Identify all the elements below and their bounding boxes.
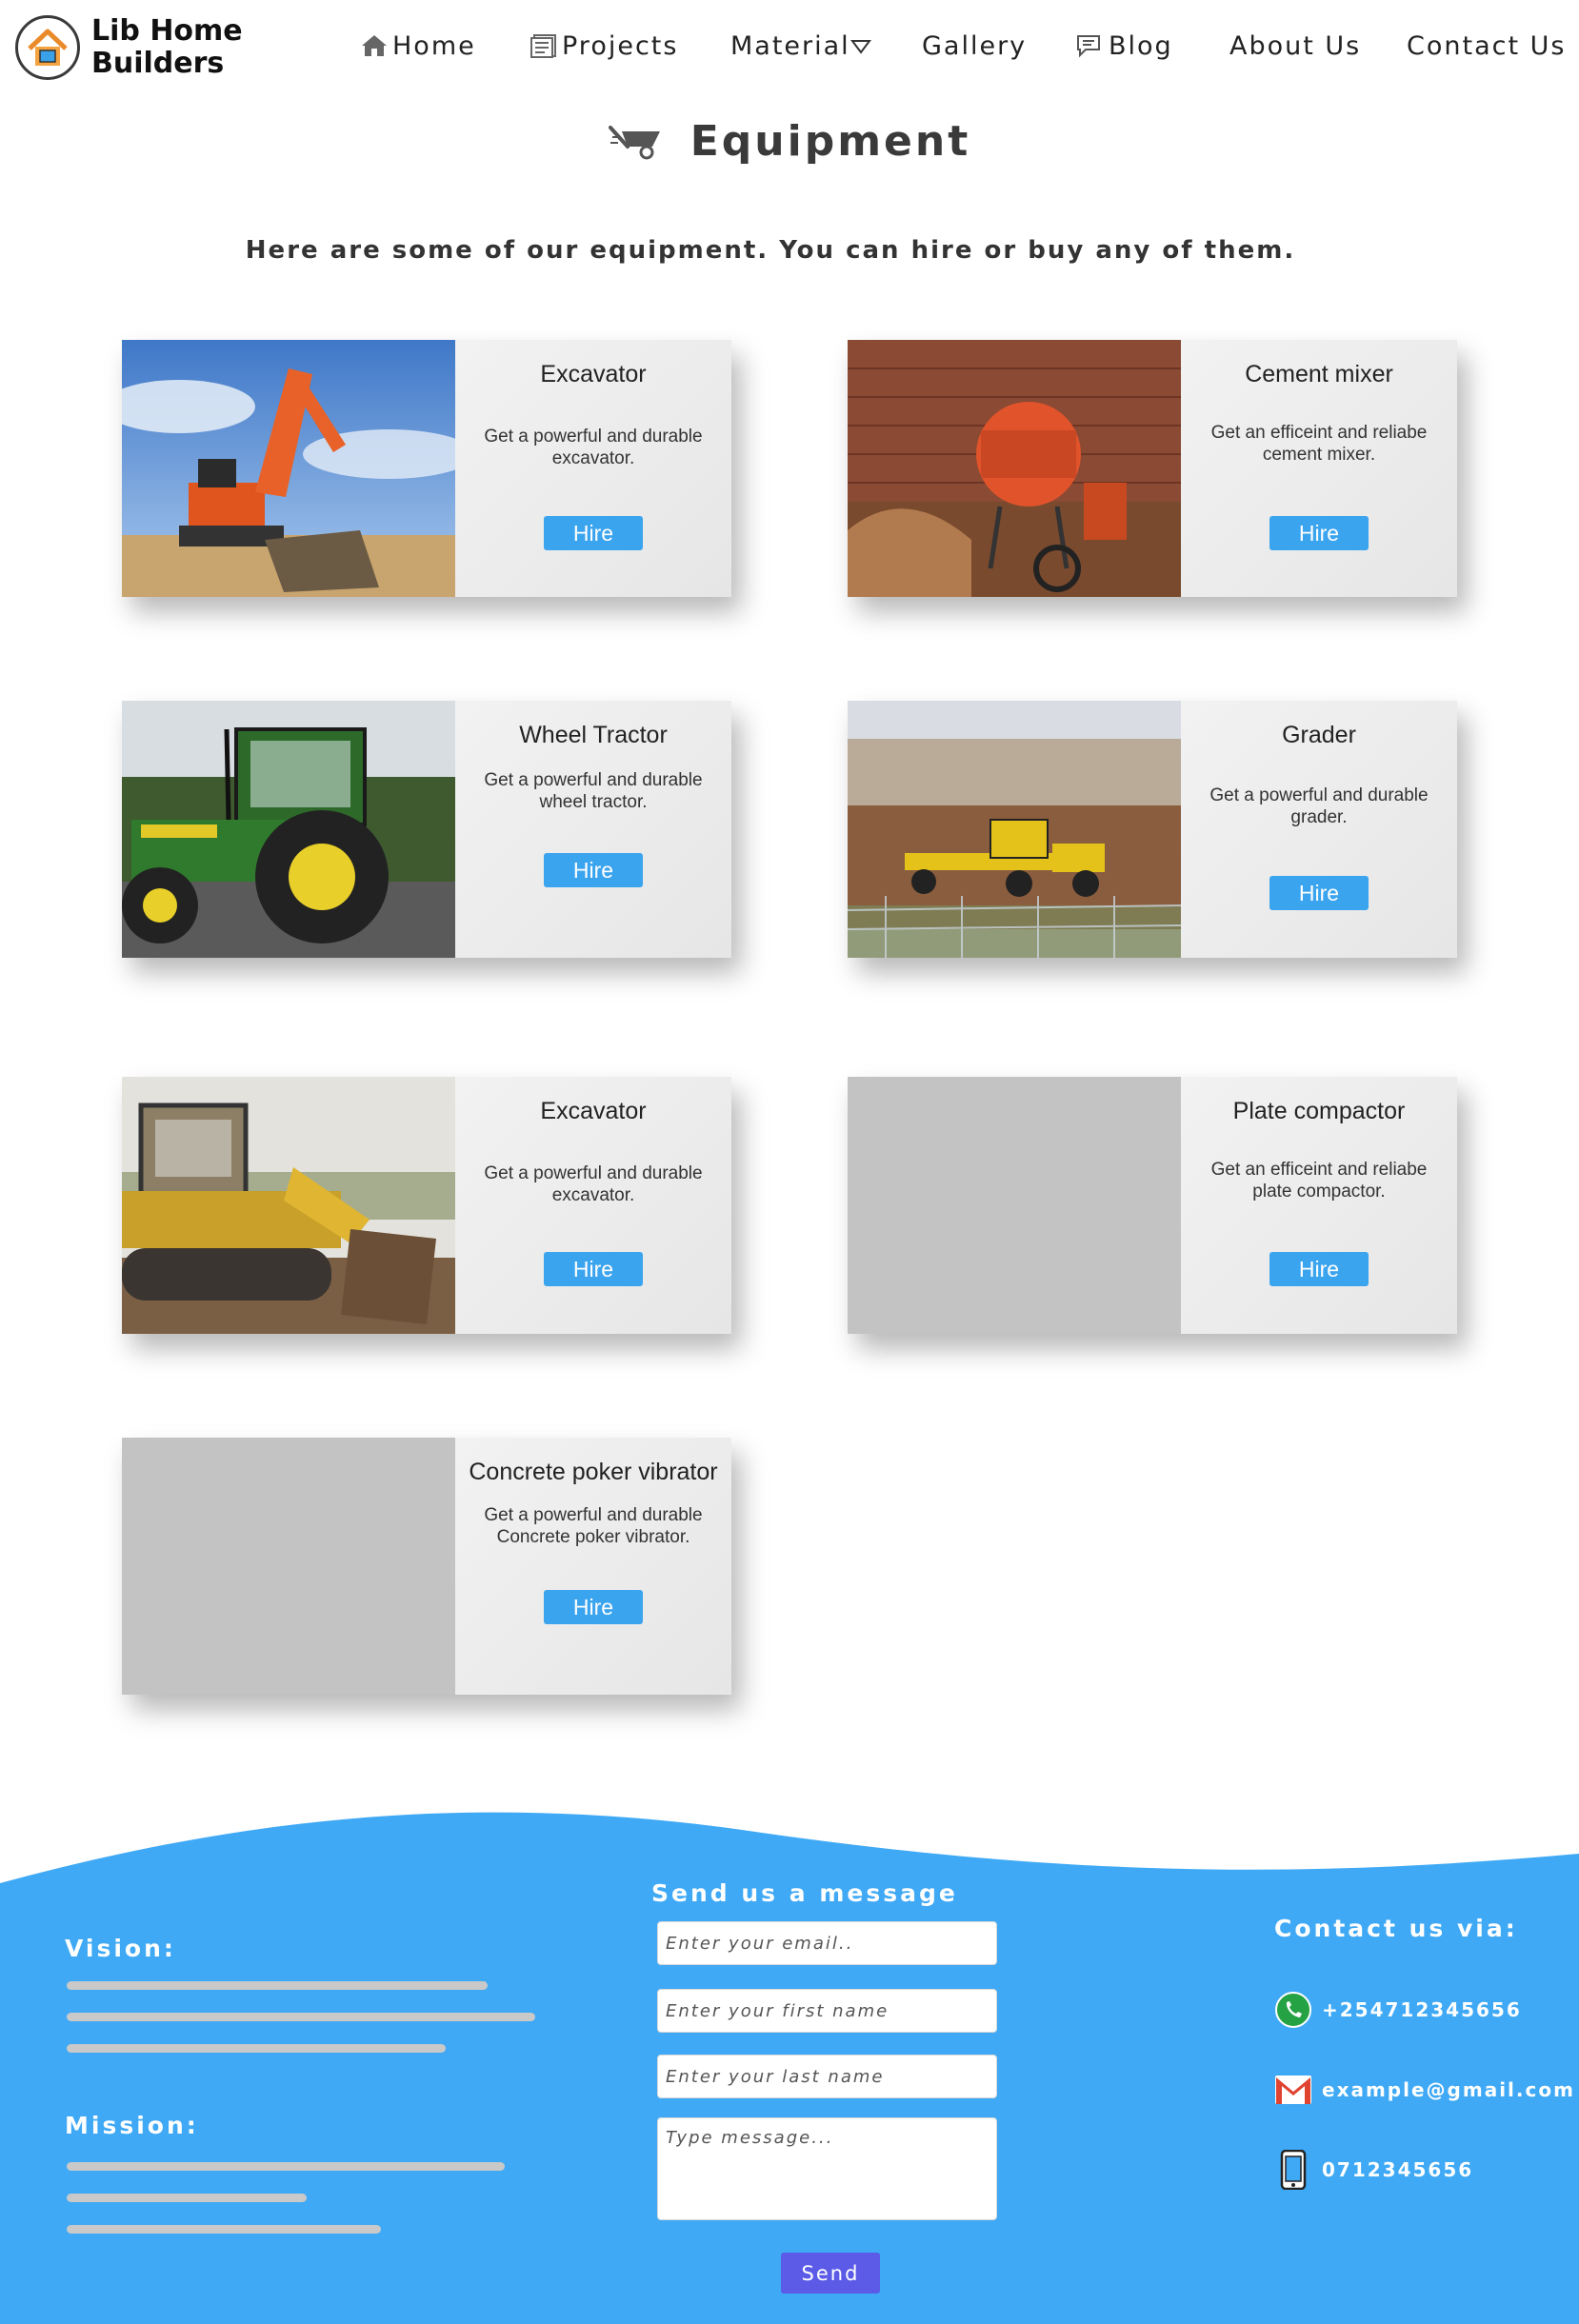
card-title: Excavator: [540, 361, 647, 387]
card-title: Concrete poker vibrator: [469, 1459, 718, 1485]
card-body: Concrete poker vibrator Get a powerful a…: [455, 1438, 731, 1695]
home-icon: [360, 33, 389, 58]
nav-material-dropdown[interactable]: Material: [730, 27, 875, 65]
card-description: Get a powerful and durable excavator.: [484, 1163, 703, 1205]
chat-bubble-icon: [1074, 32, 1105, 59]
chevron-down-icon: [849, 37, 871, 54]
nav-about[interactable]: About Us: [1229, 27, 1361, 65]
nav-home-label: Home: [392, 30, 476, 61]
equipment-card: Grader Get a powerful and durable grader…: [848, 701, 1457, 958]
page-title-row: Equipment: [0, 112, 1579, 169]
nav-gallery[interactable]: Gallery: [922, 27, 1027, 65]
hire-button[interactable]: Hire: [1269, 876, 1369, 910]
card-body: Cement mixer Get an efficeint and reliab…: [1181, 340, 1457, 597]
send-button[interactable]: Send: [781, 2253, 880, 2294]
hire-button[interactable]: Hire: [544, 1590, 643, 1624]
message-form-heading: Send us a message: [651, 1879, 958, 1907]
equipment-card: Plate compactor Get an efficeint and rel…: [848, 1077, 1457, 1334]
mission-text-placeholder: [67, 2225, 381, 2234]
nav-projects-label: Projects: [562, 30, 679, 61]
nav-blog-label: Blog: [1109, 30, 1173, 61]
equipment-card: Excavator Get a powerful and durable exc…: [122, 340, 731, 597]
email-contact[interactable]: example@gmail.com: [1272, 2069, 1575, 2111]
mission-heading: Mission:: [65, 2112, 199, 2139]
vision-text-placeholder: [67, 2044, 446, 2053]
image-placeholder: [848, 1077, 1181, 1334]
email-address: example@gmail.com: [1322, 2078, 1575, 2101]
phone-contact[interactable]: 0712345656: [1272, 2149, 1473, 2191]
equipment-card: Excavator Get a powerful and durable exc…: [122, 1077, 731, 1334]
nav-projects[interactable]: Projects: [530, 27, 678, 65]
vision-heading: Vision:: [65, 1935, 176, 1962]
card-title: Grader: [1282, 722, 1356, 748]
whatsapp-number: +254712345656: [1322, 1998, 1522, 2021]
nav-material-label: Material: [730, 30, 850, 61]
nav-contact[interactable]: Contact Us: [1407, 27, 1566, 65]
nav-contact-label: Contact Us: [1407, 30, 1567, 61]
tractor-photo: [122, 701, 455, 958]
mobile-phone-icon: [1272, 2149, 1314, 2191]
mission-text-placeholder: [67, 2194, 307, 2202]
vision-text-placeholder: [67, 2013, 535, 2021]
card-body: Plate compactor Get an efficeint and rel…: [1181, 1077, 1457, 1334]
card-description: Get a powerful and durable Concrete poke…: [484, 1505, 703, 1547]
first-name-input[interactable]: [657, 1989, 997, 2033]
document-icon: [530, 32, 558, 59]
email-input[interactable]: [657, 1921, 997, 1965]
card-description: Get an efficeint and reliabe cement mixe…: [1210, 423, 1428, 465]
nav-home[interactable]: Home: [360, 27, 476, 65]
equipment-card: Wheel Tractor Get a powerful and durable…: [122, 701, 731, 958]
card-body: Excavator Get a powerful and durable exc…: [455, 1077, 731, 1334]
nav-gallery-label: Gallery: [922, 30, 1028, 61]
card-title: Cement mixer: [1245, 361, 1393, 387]
card-description: Get a powerful and durable wheel tractor…: [484, 770, 703, 812]
hire-button[interactable]: Hire: [1269, 1252, 1369, 1286]
card-description: Get a powerful and durable excavator.: [484, 427, 703, 468]
phone-number: 0712345656: [1322, 2158, 1474, 2181]
card-description: Get a powerful and durable grader.: [1209, 785, 1429, 827]
site-header: Lib Home Builders Home Projects Material…: [0, 0, 1579, 95]
nav-blog[interactable]: Blog: [1074, 27, 1173, 65]
main-nav: Home Projects Material Gallery Blog Abou…: [0, 27, 1579, 65]
page-title: Equipment: [690, 116, 971, 166]
whatsapp-icon: [1272, 1989, 1314, 2031]
hire-button[interactable]: Hire: [544, 853, 643, 887]
card-title: Wheel Tractor: [519, 722, 668, 748]
card-description: Get an efficeint and reliabe plate compa…: [1210, 1160, 1428, 1202]
nav-about-label: About Us: [1229, 30, 1362, 61]
card-body: Wheel Tractor Get a powerful and durable…: [455, 701, 731, 958]
cement-mixer-photo: [848, 340, 1181, 597]
bulldozer-photo: [122, 1077, 455, 1334]
image-placeholder: [122, 1438, 455, 1695]
hire-button[interactable]: Hire: [544, 1252, 643, 1286]
mission-text-placeholder: [67, 2162, 505, 2171]
vision-text-placeholder: [67, 1981, 488, 1990]
gmail-icon: [1272, 2069, 1314, 2111]
card-title: Plate compactor: [1232, 1098, 1406, 1124]
card-title: Excavator: [540, 1098, 647, 1124]
card-body: Excavator Get a powerful and durable exc…: [455, 340, 731, 597]
whatsapp-contact[interactable]: +254712345656: [1272, 1989, 1522, 2031]
hire-button[interactable]: Hire: [544, 516, 643, 550]
intro-text: Here are some of our equipment. You can …: [245, 236, 1296, 265]
equipment-card: Concrete poker vibrator Get a powerful a…: [122, 1438, 731, 1695]
grader-photo: [848, 701, 1181, 958]
excavator-photo: [122, 340, 455, 597]
contact-heading: Contact us via:: [1274, 1915, 1518, 1942]
hire-button[interactable]: Hire: [1269, 516, 1369, 550]
wheelbarrow-icon: [608, 122, 670, 160]
message-textarea[interactable]: [657, 2117, 997, 2220]
last-name-input[interactable]: [657, 2055, 997, 2098]
equipment-card: Cement mixer Get an efficeint and reliab…: [848, 340, 1457, 597]
card-body: Grader Get a powerful and durable grader…: [1181, 701, 1457, 958]
